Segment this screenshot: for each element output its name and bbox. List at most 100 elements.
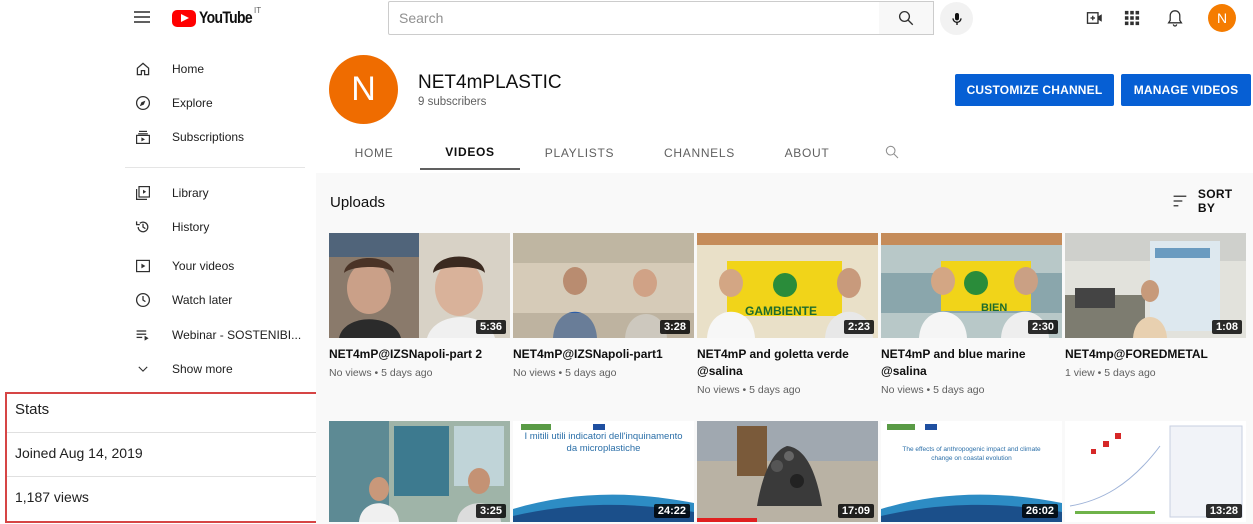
thumbnail-caption: The effects of anthropogenic impact and … (902, 446, 1041, 462)
video-meta: No views • 5 days ago (697, 384, 801, 396)
search-icon (898, 10, 914, 26)
voice-search-button[interactable] (940, 2, 973, 35)
youtube-logo[interactable]: YouTube IT (172, 6, 264, 28)
home-icon (132, 58, 154, 80)
video-thumbnail[interactable]: 13:28 (1065, 421, 1246, 522)
sidebar-item-your-videos[interactable]: Your videos (125, 251, 315, 281)
video-card[interactable]: 17:09 (697, 421, 878, 522)
channel-name: NET4mPLASTIC (418, 72, 562, 93)
video-title[interactable]: NET4mP and goletta verde @salina (697, 346, 878, 380)
sidebar-item-show-more[interactable]: Show more (125, 354, 315, 384)
hamburger-icon[interactable] (132, 8, 152, 28)
sidebar-item-label: Subscriptions (172, 130, 245, 144)
search-input[interactable] (388, 1, 880, 35)
sidebar-item-label: Library (172, 186, 209, 200)
video-duration: 3:25 (475, 504, 506, 518)
svg-text:BIEN: BIEN (981, 302, 1007, 314)
library-icon (132, 182, 154, 204)
video-thumbnail[interactable]: 17:09 (697, 421, 878, 522)
apps-grid-icon (1124, 10, 1140, 26)
sidebar-divider (125, 167, 305, 168)
sidebar-item-home[interactable]: Home (125, 54, 315, 84)
video-card[interactable]: 1:08 NET4mp@FOREDMETAL 1 view • 5 days a… (1065, 233, 1246, 379)
sidebar-item-label: Watch later (172, 293, 233, 307)
mic-icon (951, 12, 962, 25)
customize-channel-button[interactable]: CUSTOMIZE CHANNEL (955, 74, 1114, 106)
thumbnail-caption: I mitili utili indicatori dell'inquiname… (524, 431, 683, 454)
video-duration: 24:22 (653, 504, 690, 518)
video-card[interactable]: I mitili utili indicatori dell'inquiname… (513, 421, 694, 522)
your-videos-icon (132, 255, 154, 277)
logo-text: YouTube (199, 8, 253, 27)
clock-icon (132, 289, 154, 311)
video-duration: 1:08 (1211, 320, 1242, 334)
sidebar-item-subscriptions[interactable]: Subscriptions (125, 122, 315, 152)
video-title[interactable]: NET4mP and blue marine @salina (881, 346, 1062, 380)
video-thumbnail[interactable]: The effects of anthropogenic impact and … (881, 421, 1062, 522)
account-avatar[interactable]: N (1208, 4, 1236, 32)
video-thumbnail[interactable]: GAMBIENTE 2:23 (697, 233, 878, 338)
sidebar-item-library[interactable]: Library (125, 178, 315, 208)
stats-divider (7, 476, 320, 477)
create-video-icon (1086, 12, 1102, 24)
stats-view-count: 1,187 views (15, 489, 89, 505)
compass-icon (132, 92, 154, 114)
video-duration: 2:23 (843, 320, 874, 334)
video-card[interactable]: 5:36 NET4mP@IZSNapoli-part 2 No views • … (329, 233, 510, 379)
video-thumbnail[interactable]: 5:36 (329, 233, 510, 338)
create-video-button[interactable] (1084, 7, 1106, 29)
history-icon (132, 216, 154, 238)
channel-avatar[interactable]: N (329, 55, 398, 124)
video-card[interactable]: The effects of anthropogenic impact and … (881, 421, 1062, 522)
manage-videos-button[interactable]: MANAGE VIDEOS (1121, 74, 1251, 106)
video-title[interactable]: NET4mP@IZSNapoli-part1 (513, 346, 694, 363)
video-thumbnail[interactable]: I mitili utili indicatori dell'inquiname… (513, 421, 694, 522)
tab-channels[interactable]: CHANNELS (652, 136, 747, 170)
youtube-play-icon (172, 9, 196, 27)
uploads-title: Uploads (330, 194, 386, 211)
tab-home[interactable]: HOME (340, 136, 408, 170)
video-card[interactable]: 3:25 (329, 421, 510, 522)
sidebar-item-webinar-playlist[interactable]: Webinar - SOSTENIBI... (125, 320, 315, 350)
video-title[interactable]: NET4mp@FOREDMETAL (1065, 346, 1246, 363)
video-duration: 2:30 (1027, 320, 1058, 334)
tab-playlists[interactable]: PLAYLISTS (532, 136, 627, 170)
search-button[interactable] (879, 1, 934, 35)
subscriptions-icon (132, 126, 154, 148)
video-duration: 5:36 (475, 320, 506, 334)
stats-joined-date: Joined Aug 14, 2019 (15, 445, 143, 461)
sort-by-button[interactable]: SORT BY (1172, 187, 1253, 215)
stats-title: Stats (15, 401, 50, 418)
video-thumbnail[interactable]: 3:25 (329, 421, 510, 522)
video-thumbnail[interactable]: 1:08 (1065, 233, 1246, 338)
sort-icon (1173, 195, 1187, 207)
video-duration: 26:02 (1021, 504, 1058, 518)
video-card[interactable]: 13:28 (1065, 421, 1246, 522)
video-duration: 17:09 (837, 504, 874, 518)
stats-divider (7, 432, 320, 433)
sidebar-item-explore[interactable]: Explore (125, 88, 315, 118)
sidebar-item-label: Your videos (172, 259, 235, 273)
video-card[interactable]: GAMBIENTE 2:23 NET4mP and goletta verde … (697, 233, 878, 396)
tab-videos[interactable]: VIDEOS (420, 136, 520, 170)
notifications-button[interactable] (1164, 7, 1186, 29)
sidebar-item-label: History (172, 220, 210, 234)
sidebar-item-label: Show more (172, 362, 233, 376)
tab-about[interactable]: ABOUT (772, 136, 842, 170)
apps-button[interactable] (1121, 7, 1143, 29)
video-meta: 1 view • 5 days ago (1065, 367, 1156, 379)
sort-by-label: SORT BY (1197, 187, 1233, 215)
sidebar-item-watch-later[interactable]: Watch later (125, 285, 315, 315)
sidebar-item-history[interactable]: History (125, 212, 315, 242)
sidebar-item-label: Webinar - SOSTENIBI... (172, 328, 302, 342)
video-thumbnail[interactable]: 3:28 (513, 233, 694, 338)
video-thumbnail[interactable]: BIEN 2:30 (881, 233, 1062, 338)
channel-search-button[interactable] (884, 144, 904, 164)
video-meta: No views • 5 days ago (881, 384, 985, 396)
video-card[interactable]: BIEN 2:30 NET4mP and blue marine @salina… (881, 233, 1062, 396)
video-card[interactable]: 3:28 NET4mP@IZSNapoli-part1 No views • 5… (513, 233, 694, 379)
video-title[interactable]: NET4mP@IZSNapoli-part 2 (329, 346, 510, 363)
notifications-bell-icon (1167, 10, 1183, 27)
video-meta: No views • 5 days ago (513, 367, 617, 379)
video-meta: No views • 5 days ago (329, 367, 433, 379)
